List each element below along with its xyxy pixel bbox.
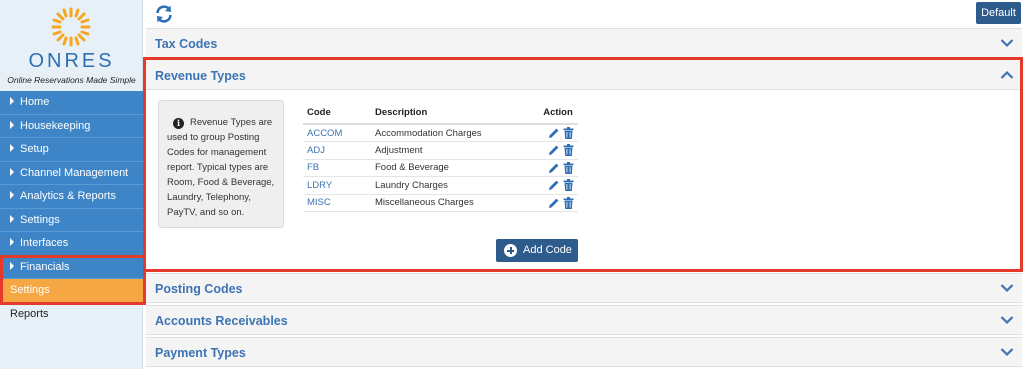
default-button[interactable]: Default (976, 2, 1021, 24)
edit-icon[interactable] (548, 127, 560, 139)
caret-right-icon (10, 238, 14, 246)
trash-icon[interactable] (563, 196, 574, 209)
row-code-link[interactable]: ADJ (303, 141, 371, 160)
row-code-link[interactable]: ACCOM (303, 124, 371, 142)
sidebar-item-label: Home (20, 96, 50, 108)
trash-icon[interactable] (563, 144, 574, 157)
panel-payment-types[interactable]: Payment Types (146, 337, 1022, 367)
sidebar-item-channel-management[interactable]: Channel Management (0, 161, 143, 185)
sidebar-item-label: Interfaces (20, 237, 69, 249)
sidebar-item-housekeeping[interactable]: Housekeeping (0, 114, 143, 138)
caret-right-icon (10, 97, 14, 105)
plus-circle-icon (504, 244, 517, 257)
panel-revenue-types-header[interactable]: Revenue Types (146, 60, 1020, 90)
sidebar-item-setup[interactable]: Setup (0, 138, 143, 162)
panel-title: Posting Codes (155, 282, 243, 296)
brand-name: ONRES (28, 50, 115, 72)
column-header-action: Action (534, 102, 578, 125)
chevron-down-icon (1000, 348, 1014, 357)
row-code-link[interactable]: MISC (303, 194, 371, 212)
revenue-types-table: Code Description Action ACCOM Accommodat… (303, 102, 578, 212)
row-description: Food & Beverage (371, 159, 534, 177)
panel-accounts-receivables[interactable]: Accounts Receivables (146, 305, 1022, 335)
sidebar-item-analytics-reports[interactable]: Analytics & Reports (0, 185, 143, 209)
sidebar-item-interfaces[interactable]: Interfaces (0, 232, 143, 256)
sidebar-subitem-reports[interactable]: Reports (0, 303, 143, 325)
sidebar-subitem-label: Settings (10, 284, 50, 296)
trash-icon[interactable] (563, 161, 574, 174)
row-code-link[interactable]: LDRY (303, 176, 371, 195)
edit-icon[interactable] (548, 162, 560, 174)
table-row: ADJ Adjustment (303, 141, 578, 160)
info-text: Revenue Types are used to group Posting … (167, 117, 275, 218)
table-row: FB Food & Beverage (303, 159, 578, 177)
sidebar-item-label: Setup (20, 143, 49, 155)
row-code-link[interactable]: FB (303, 159, 371, 177)
trash-icon[interactable] (563, 179, 574, 192)
row-description: Adjustment (371, 141, 534, 160)
row-actions (534, 124, 578, 142)
caret-right-icon (10, 191, 14, 199)
edit-icon[interactable] (548, 179, 560, 191)
sun-logo-icon (51, 7, 91, 47)
sidebar-item-label: Housekeeping (20, 119, 91, 132)
refresh-icon[interactable] (154, 4, 174, 24)
column-header-description: Description (371, 102, 534, 125)
sidebar-item-label: Channel Management (20, 166, 129, 179)
caret-right-icon (10, 144, 14, 152)
table-row: MISC Miscellaneous Charges (303, 194, 578, 212)
info-box: i Revenue Types are used to group Posting… (158, 100, 284, 228)
chevron-up-icon (1000, 70, 1014, 79)
add-code-label: Add Code (523, 244, 572, 256)
trash-icon[interactable] (563, 127, 574, 139)
sidebar-nav: Home Housekeeping Setup Channel Manageme… (0, 91, 143, 325)
row-actions (534, 159, 578, 177)
caret-right-icon (10, 120, 14, 129)
row-description: Miscellaneous Charges (371, 194, 534, 212)
chevron-down-icon (1000, 316, 1014, 325)
caret-right-icon (10, 214, 14, 223)
panel-revenue-types: Revenue Types i Revenue Types are used to… (143, 57, 1023, 272)
panel-posting-codes[interactable]: Posting Codes (146, 273, 1022, 303)
panel-title: Tax Codes (155, 37, 218, 51)
panel-tax-codes[interactable]: Tax Codes (146, 28, 1022, 58)
sidebar-item-settings[interactable]: Settings (0, 208, 143, 232)
panel-title: Payment Types (155, 346, 246, 360)
sidebar-item-label: Settings (20, 213, 60, 226)
row-actions (534, 141, 578, 160)
info-icon: i (173, 118, 184, 129)
edit-icon[interactable] (548, 144, 560, 156)
logo: ONRES Online Reservations Made Simple (0, 0, 143, 90)
sidebar-item-home[interactable]: Home (0, 91, 143, 115)
sidebar-subitem-label: Reports (10, 307, 49, 320)
row-description: Accommodation Charges (371, 124, 534, 142)
table-header-row: Code Description Action (303, 102, 578, 125)
table-row: LDRY Laundry Charges (303, 176, 578, 195)
chevron-down-icon (1000, 39, 1014, 48)
column-header-code: Code (303, 102, 371, 125)
panel-title: Accounts Receivables (155, 314, 288, 328)
sidebar-item-financials[interactable]: Financials (0, 255, 143, 279)
caret-right-icon (10, 261, 14, 270)
chevron-down-icon (1000, 284, 1014, 293)
row-actions (534, 176, 578, 195)
brand-tagline: Online Reservations Made Simple (7, 75, 136, 85)
sidebar-item-label: Analytics & Reports (20, 190, 116, 202)
sidebar: ONRES Online Reservations Made Simple Ho… (0, 0, 143, 369)
sidebar-subitem-settings[interactable]: Settings (0, 279, 143, 303)
panel-title: Revenue Types (155, 69, 246, 83)
caret-right-icon (10, 167, 14, 176)
table-row: ACCOM Accommodation Charges (303, 124, 578, 142)
sidebar-item-label: Financials (20, 260, 70, 273)
row-description: Laundry Charges (371, 176, 534, 195)
row-actions (534, 194, 578, 212)
edit-icon[interactable] (548, 197, 560, 209)
add-code-button[interactable]: Add Code (496, 239, 578, 262)
